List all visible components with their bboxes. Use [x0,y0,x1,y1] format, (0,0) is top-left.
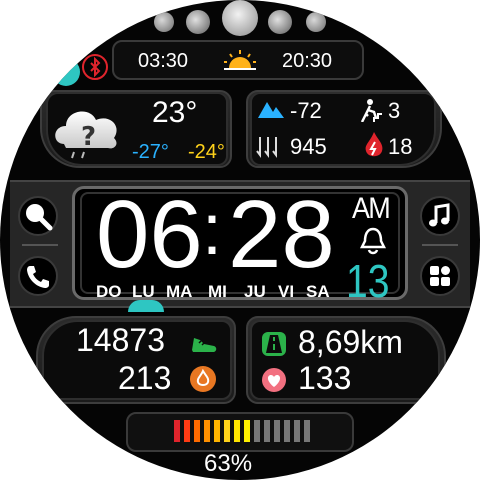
distance-badge [262,332,286,356]
svg-text:?: ? [81,122,96,152]
weekday-sat: SA [306,282,330,301]
search-icon [26,204,53,231]
heart-badge [262,368,286,392]
weekday-tue: MA [166,282,193,301]
battery-segment [294,420,300,442]
moon-phase-4-icon [268,10,292,34]
weekday-wed: MI [208,282,227,301]
floors-value: 3 [388,98,401,123]
battery-segment [184,420,190,442]
alarm-bell-icon[interactable] [358,226,388,256]
music-button[interactable] [420,196,460,236]
battery-segment [254,420,260,442]
calorie-flame-icon [365,132,383,157]
flame-icon [196,368,210,386]
date-day: 13 [346,255,390,307]
watch-face: 03:30 20:30 ? 23° -27° -24° -72 3 945 18… [0,0,480,480]
apps-button[interactable] [420,256,460,296]
am-pm-indicator: AM [352,192,391,225]
weekday-mon: LU [132,282,155,301]
energy-badge [190,366,216,392]
accent-arc [52,58,80,86]
battery-percent: 63% [204,450,253,477]
battery-segment [304,420,310,442]
battery-segment [234,420,240,442]
left-divider [22,244,58,246]
sunset-time: 20:30 [282,50,333,72]
pressure-value: 945 [290,134,327,159]
battery-segment [274,420,280,442]
battery-panel [126,412,354,452]
altitude-value: -72 [290,98,322,123]
weekday-thu: JU [244,282,266,301]
battery-segment [244,420,250,442]
bluetooth-icon [90,56,101,78]
sunrise-icon [224,50,256,70]
search-button[interactable] [18,196,58,236]
apps-grid-icon [430,266,450,286]
bluetooth-badge[interactable] [82,54,108,80]
weekday-fri: VI [278,282,295,301]
weekday-sun: DO [96,282,122,301]
calories-burn-value: 18 [388,134,413,159]
altitude-icon [258,102,284,118]
battery-segment [194,420,200,442]
cloud-question-icon[interactable]: ? [50,100,124,162]
music-note-icon [429,203,450,227]
right-divider [422,244,458,246]
moon-phase-2-icon [186,10,210,34]
battery-segment [214,420,220,442]
phone-icon [27,266,49,288]
moon-phase-1-icon [154,12,174,32]
battery-segment [284,420,290,442]
temperature-low: -27° [132,141,169,163]
time-separator: : [202,190,223,270]
heart-icon [267,375,281,387]
stairs-icon [360,99,382,122]
floors-climbed-value: 213 [118,360,172,396]
moon-phase-3-icon [222,0,258,36]
battery-segment [204,420,210,442]
battery-segment [224,420,230,442]
temperature-high: -24° [188,141,225,163]
sunrise-time: 03:30 [138,50,189,72]
time-minutes: 28 [228,181,335,288]
road-icon [266,335,282,353]
heart-rate-value: 133 [298,360,352,396]
shoe-icon [192,338,217,352]
steps-value: 14873 [76,322,165,358]
active-day-indicator [128,300,164,312]
phone-button[interactable] [18,256,58,296]
battery-segment [264,420,270,442]
moon-phase-5-icon [306,12,326,32]
current-temperature: 23° [152,96,198,129]
pressure-icon [256,137,277,158]
distance-value: 8,69km [298,324,403,360]
time-hours: 06 [96,181,203,288]
battery-segment [174,420,180,442]
